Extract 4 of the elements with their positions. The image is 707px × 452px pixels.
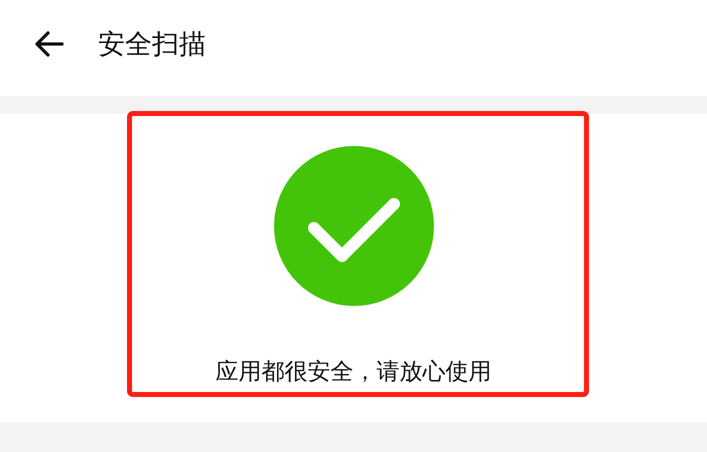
page-title: 安全扫描 (98, 28, 206, 62)
checkmark-icon (274, 146, 434, 306)
status-message: 应用都很安全，请放心使用 (216, 358, 492, 387)
back-arrow-icon[interactable] (34, 31, 64, 57)
